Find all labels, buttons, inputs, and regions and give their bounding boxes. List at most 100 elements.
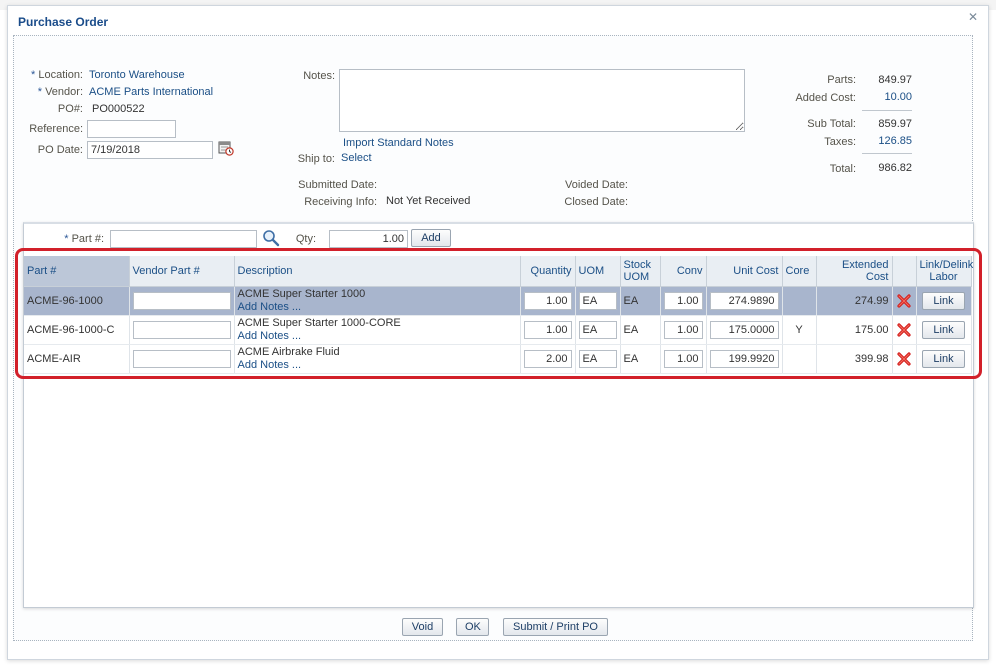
description-cell: ACME Airbrake Fluid Add Notes ... [234, 344, 521, 374]
delete-icon[interactable] [897, 351, 911, 366]
conv-cell [660, 286, 707, 316]
po-date-input[interactable] [87, 141, 213, 159]
parts-total-label: Parts: [827, 74, 856, 86]
unit-cost-input[interactable] [709, 320, 779, 339]
reference-label: Reference: [29, 123, 83, 135]
conv-input[interactable] [663, 320, 703, 339]
conv-cell [660, 344, 707, 374]
delete-cell [892, 344, 917, 374]
delete-icon[interactable] [897, 293, 911, 308]
uom-input[interactable] [578, 320, 617, 339]
description-cell: ACME Super Starter 1000-CORE Add Notes ..… [234, 315, 521, 345]
quantity-cell [520, 344, 576, 374]
vendor-part-cell [129, 315, 235, 345]
table-row[interactable]: ACME-AIR ACME Airbrake Fluid Add Notes ..… [24, 344, 972, 374]
col-core[interactable]: Core [782, 256, 817, 287]
unit-cost-input[interactable] [709, 349, 779, 368]
table-row[interactable]: ACME-96-1000-C ACME Super Starter 1000-C… [24, 315, 972, 345]
submitted-date-label: Submitted Date: [298, 179, 377, 191]
dialog-title: Purchase Order [18, 15, 109, 29]
conv-input[interactable] [663, 349, 703, 368]
description-cell: ACME Super Starter 1000 Add Notes ... [234, 286, 521, 316]
uom-input[interactable] [578, 291, 617, 310]
col-uom[interactable]: UOM [575, 256, 621, 287]
ship-to-label: Ship to: [297, 153, 335, 165]
po-date-label: PO Date: [37, 144, 83, 156]
qty-label: Qty: [295, 233, 316, 245]
notes-label: Notes: [303, 70, 335, 82]
conv-input[interactable] [663, 291, 703, 310]
grand-total-label: Total: [829, 163, 856, 175]
import-standard-notes-link[interactable]: Import Standard Notes [343, 137, 454, 149]
add-notes-link[interactable]: Add Notes ... [238, 330, 517, 343]
col-unit-cost[interactable]: Unit Cost [706, 256, 783, 287]
quantity-cell [520, 286, 576, 316]
col-quantity[interactable]: Quantity [520, 256, 576, 287]
link-labor-button[interactable]: Link [922, 320, 965, 339]
add-notes-link[interactable]: Add Notes ... [238, 359, 517, 372]
ok-button[interactable]: OK [456, 618, 489, 636]
delete-icon[interactable] [897, 322, 911, 337]
uom-input[interactable] [578, 349, 617, 368]
vendor-part-cell [129, 344, 235, 374]
table-row[interactable]: ACME-96-1000 ACME Super Starter 1000 Add … [24, 286, 972, 316]
ship-to-select-link[interactable]: Select [341, 152, 372, 164]
quantity-cell [520, 315, 576, 345]
added-cost-label: Added Cost: [795, 92, 856, 104]
vendor-part-input[interactable] [132, 349, 231, 368]
vendor-part-input[interactable] [132, 291, 231, 310]
qty-input[interactable] [329, 230, 408, 248]
submit-print-po-button[interactable]: Submit / Print PO [503, 618, 608, 636]
taxes-value[interactable]: 126.85 [852, 135, 912, 147]
stock-uom-cell: EA [620, 286, 661, 316]
search-icon[interactable] [262, 229, 280, 247]
vendor-label: * Vendor: [37, 86, 83, 98]
link-cell: Link [916, 315, 972, 345]
description-text: ACME Super Starter 1000 [237, 287, 366, 300]
core-cell: Y [782, 315, 817, 345]
extended-cost-cell: 399.98 [816, 344, 893, 374]
extended-cost-cell: 274.99 [816, 286, 893, 316]
quantity-input[interactable] [523, 349, 572, 368]
link-labor-button[interactable]: Link [922, 291, 965, 310]
uom-cell [575, 286, 621, 316]
grand-total-value: 986.82 [878, 162, 912, 174]
add-part-button[interactable]: Add [411, 229, 451, 247]
add-notes-link[interactable]: Add Notes ... [238, 301, 517, 314]
calendar-icon[interactable] [218, 140, 234, 156]
uom-cell [575, 315, 621, 345]
parts-total-value: 849.97 [878, 74, 912, 86]
unit-cost-cell [706, 286, 783, 316]
receiving-info-label: Receiving Info: [304, 196, 377, 208]
col-vendor-part[interactable]: Vendor Part # [129, 256, 235, 287]
quantity-input[interactable] [523, 291, 572, 310]
col-extended-cost[interactable]: Extended Cost [816, 256, 893, 287]
vendor-value: ACME Parts International [89, 86, 214, 98]
po-number-label: PO#: [57, 103, 83, 115]
quantity-input[interactable] [523, 320, 572, 339]
col-link-line2: Labor [929, 270, 958, 283]
reference-input[interactable] [87, 120, 176, 138]
sub-total-label: Sub Total: [807, 118, 856, 130]
table-header-row: Part # Vendor Part # Description Quantit… [24, 256, 973, 287]
col-link-labor[interactable]: Link/Delink Labor [916, 256, 973, 287]
void-button[interactable]: Void [402, 618, 443, 636]
unit-cost-input[interactable] [709, 291, 779, 310]
added-cost-value[interactable]: 10.00 [852, 91, 912, 103]
part-number-input[interactable] [110, 230, 257, 248]
col-stock-uom[interactable]: Stock UOM [620, 256, 661, 287]
delete-cell [892, 315, 917, 345]
delete-cell [892, 286, 917, 316]
link-labor-button[interactable]: Link [922, 349, 965, 368]
parts-table: Part # Vendor Part # Description Quantit… [24, 256, 973, 374]
notes-textarea[interactable] [339, 69, 745, 132]
col-part-number[interactable]: Part # [24, 256, 130, 287]
col-stock-uom-line2: UOM [623, 270, 650, 283]
col-conv[interactable]: Conv [660, 256, 707, 287]
vendor-part-input[interactable] [132, 320, 231, 339]
location-value: Toronto Warehouse [89, 69, 185, 81]
vendor-part-cell [129, 286, 235, 316]
part-number-cell: ACME-96-1000-C [24, 315, 130, 345]
close-icon[interactable]: ✕ [966, 10, 980, 24]
col-description[interactable]: Description [234, 256, 521, 287]
